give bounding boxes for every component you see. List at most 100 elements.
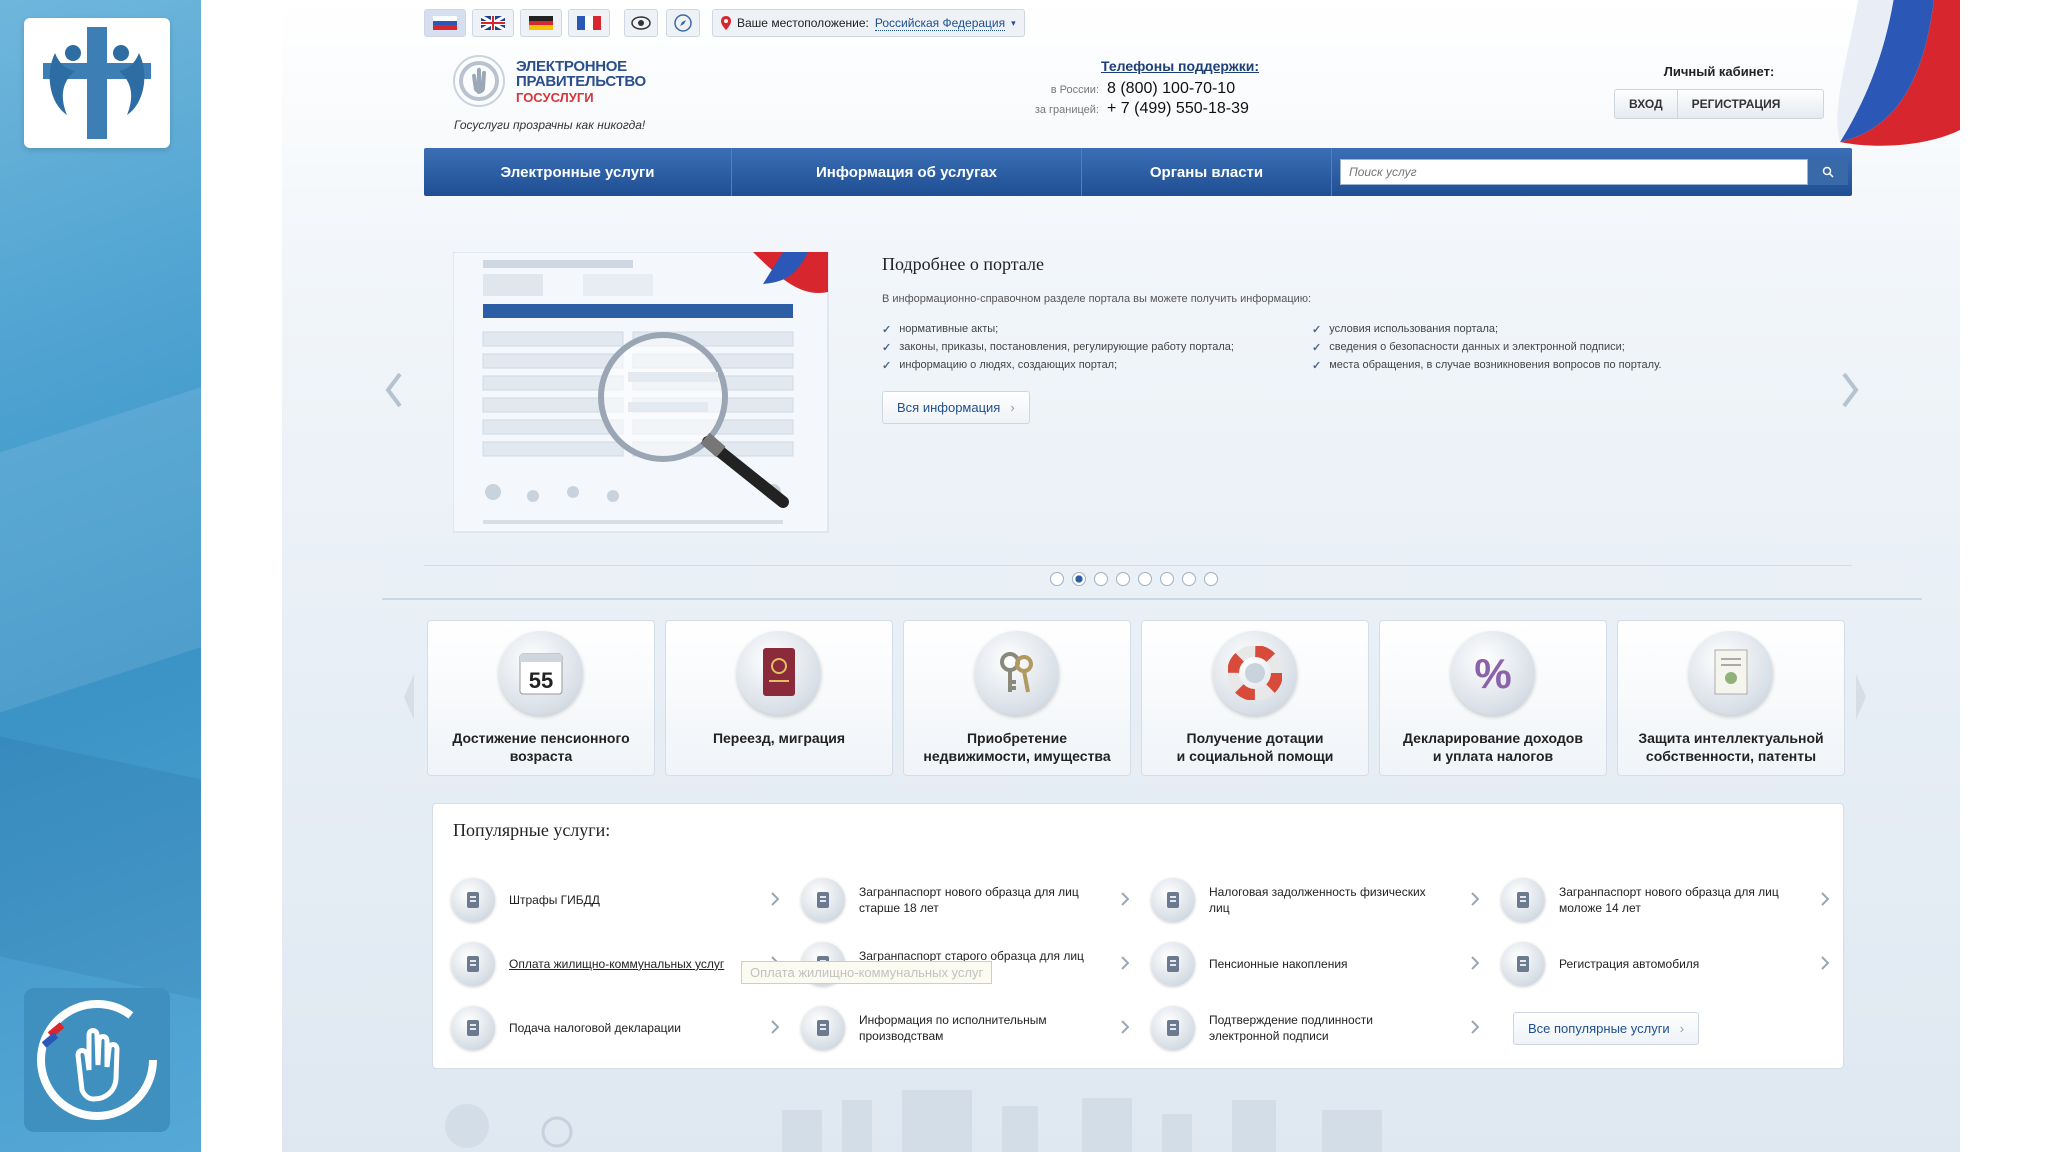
footer-skyline-decoration (445, 1090, 1382, 1152)
check-icon: ✓ (882, 324, 892, 336)
traffic-light-icon (451, 878, 495, 922)
all-popular-button[interactable]: Все популярные услуги › (1513, 1011, 1700, 1045)
list-item: ✓ законы, приказы, постановления, регулир… (882, 341, 1234, 354)
language-en-button[interactable] (472, 9, 514, 37)
car-registration-icon (1501, 942, 1545, 986)
carousel-dot[interactable] (1094, 572, 1108, 586)
gosuslugi-logo[interactable]: ЭЛЕКТРОННОЕ ПРАВИТЕЛЬСТВО ГОСУСЛУГИ (452, 54, 646, 108)
popular-service-label: Подача налоговой декларации (509, 1020, 681, 1035)
gb-flag-icon (481, 16, 505, 30)
popular-service-item[interactable]: Пенсионные накопления (1151, 932, 1501, 996)
check-icon: ✓ (1312, 360, 1322, 372)
all-popular-cell: Все популярные услуги › (1501, 996, 1851, 1060)
login-button[interactable]: ВХОД (1615, 90, 1677, 118)
cabinet-title: Личный кабинет: (1663, 64, 1775, 79)
life-situations: 55 Достижение пенсионного возраста Перее… (427, 620, 1851, 776)
popular-service-item[interactable]: Информация по исполнительным производств… (801, 996, 1151, 1060)
coat-of-arms-logo (24, 18, 170, 148)
slide-gap-right (1960, 0, 2048, 1152)
search-input[interactable] (1340, 159, 1808, 185)
certificate-icon (1689, 631, 1773, 715)
chevron-right-icon (1821, 956, 1830, 975)
all-info-label: Вся информация (897, 400, 1001, 415)
category-label: Переезд, миграция (712, 730, 846, 746)
search-button[interactable] (1808, 159, 1848, 185)
popular-service-label: Информация по исполнительным производств… (859, 1012, 1047, 1043)
decorative-facet (0, 368, 201, 732)
logo-line1: ЭЛЕКТРОННОЕ (516, 57, 627, 75)
scales-icon (801, 1006, 845, 1050)
category-label: Достижение пенсионного возраста (452, 730, 630, 765)
check-icon: ✓ (882, 342, 892, 354)
svg-text:55: 55 (529, 668, 553, 693)
category-social-aid[interactable]: Получение дотации и социальной помощи (1141, 620, 1369, 776)
language-de-button[interactable] (520, 9, 562, 37)
carousel-dot[interactable] (1182, 572, 1196, 586)
popular-service-item[interactable]: Загранпаспорт нового образца для лиц мол… (1501, 868, 1851, 932)
categories-next-arrow-icon[interactable] (1854, 672, 1868, 722)
carousel-dot[interactable] (1138, 572, 1152, 586)
decorative-facet (0, 728, 201, 1012)
main-nav: Электронные услуги Информация об услугах… (424, 148, 1852, 196)
language-fr-button[interactable] (568, 9, 610, 37)
category-label: Приобретение недвижимости, имущества (923, 730, 1111, 765)
support-russia-phone: 8 (800) 100-70-10 (1107, 80, 1236, 97)
carousel-dot[interactable] (1116, 572, 1130, 586)
all-info-button[interactable]: Вся информация › (882, 391, 1030, 424)
about-title: Подробнее о портале (882, 254, 1045, 274)
tax-debt-icon (1151, 878, 1195, 922)
nav-authorities[interactable]: Органы власти (1082, 148, 1332, 196)
category-migration[interactable]: Переезд, миграция (665, 620, 893, 776)
logo-line2: ПРАВИТЕЛЬСТВО (516, 72, 646, 90)
nav-e-services[interactable]: Электронные услуги (424, 148, 732, 196)
popular-service-item[interactable]: Штрафы ГИБДД (451, 868, 801, 932)
popular-title: Популярные услуги: (453, 820, 611, 840)
carousel-dot[interactable] (1050, 572, 1064, 586)
location-value[interactable]: Российская Федерация (874, 16, 1006, 31)
category-label: Получение дотации и социальной помощи (1176, 730, 1334, 765)
passport-icon (1501, 878, 1545, 922)
support-title-link[interactable]: Телефоны поддержки: (1019, 58, 1259, 74)
carousel-dot[interactable] (1072, 572, 1086, 586)
carousel-prev-arrow-icon[interactable] (382, 370, 406, 410)
chevron-right-icon (1121, 956, 1130, 975)
keys-icon (975, 631, 1059, 715)
carousel-next-arrow-icon[interactable] (1838, 370, 1862, 410)
eye-icon (631, 16, 651, 30)
chevron-right-icon (1121, 1020, 1130, 1039)
divider (382, 598, 1922, 600)
popular-service-item[interactable]: Подтверждение подлинности электронной по… (1151, 996, 1501, 1060)
compass-button[interactable] (666, 9, 700, 37)
register-button[interactable]: РЕГИСТРАЦИЯ (1676, 90, 1795, 118)
category-pension-age[interactable]: 55 Достижение пенсионного возраста (427, 620, 655, 776)
location-label: Ваше местоположение: (737, 16, 869, 30)
list-item: ✓ условия использования портала; (1312, 323, 1499, 336)
popular-services-grid: Штрафы ГИБДД Загранпаспорт нового образца… (451, 868, 1851, 1060)
about-list-right: ✓ условия использования портала; ✓ сведени… (1312, 323, 1742, 377)
popular-service-item[interactable]: Регистрация автомобиля (1501, 932, 1851, 996)
language-ru-button[interactable] (424, 9, 466, 37)
accessibility-button[interactable] (624, 9, 658, 37)
pension-55-icon: 55 (499, 631, 583, 715)
check-icon: ✓ (1312, 324, 1322, 336)
about-list-left: ✓ нормативные акты; ✓ законы, приказы, пос… (882, 323, 1312, 377)
chevron-right-icon: › (1679, 1020, 1685, 1036)
info-carousel: Подробнее о портале В информационно-спра… (382, 232, 1862, 572)
popular-service-label: Пенсионные накопления (1209, 956, 1348, 971)
nav-service-info[interactable]: Информация об услугах (732, 148, 1082, 196)
category-patents[interactable]: Защита интеллектуальной собственности, п… (1617, 620, 1845, 776)
list-item: ✓ нормативные акты; (882, 323, 999, 336)
popular-service-item[interactable]: Налоговая задолженность физических лиц (1151, 868, 1501, 932)
category-label: Декларирование доходов и уплата налогов (1403, 730, 1583, 765)
categories-prev-arrow-icon[interactable] (402, 672, 416, 722)
popular-service-item[interactable]: Подача налоговой декларации (451, 996, 801, 1060)
carousel-dot[interactable] (1204, 572, 1218, 586)
category-property[interactable]: Приобретение недвижимости, имущества (903, 620, 1131, 776)
popular-service-item[interactable]: Загранпаспорт нового образца для лиц ста… (801, 868, 1151, 932)
ru-flag-icon (433, 16, 457, 30)
percent-icon: % (1451, 631, 1535, 715)
category-taxes[interactable]: % Декларирование доходов и уплата налого… (1379, 620, 1607, 776)
carousel-dot[interactable] (1160, 572, 1174, 586)
lifebuoy-icon (1213, 631, 1297, 715)
location-selector[interactable]: Ваше местоположение: Российская Федераци… (712, 9, 1025, 37)
